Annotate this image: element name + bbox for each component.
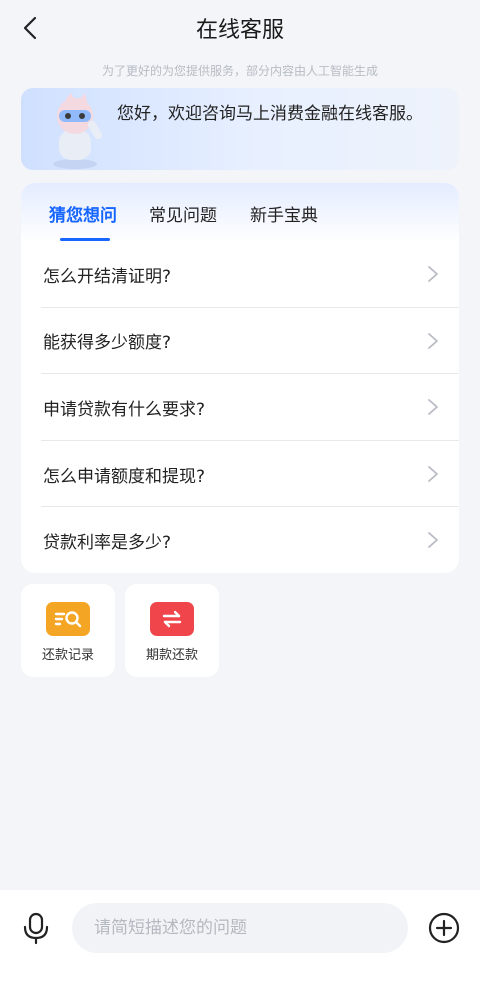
ai-disclaimer: 为了更好的为您提供服务，部分内容由人工智能生成 xyxy=(101,64,378,78)
faq-card: 猜您想问 常见问题 新手宝典 怎么开结清证明? 能获得多少额度? 申请贷款有什么… xyxy=(21,183,459,573)
customer-service-page: 在线客服 为了更好的为您提供服务，部分内容由人工智能生成 您好，欢迎咨询马上消费… xyxy=(0,0,480,999)
faq-item-label: 申请贷款有什么要求? xyxy=(43,399,206,420)
faq-item[interactable]: 贷款利率是多少? xyxy=(21,507,459,573)
chevron-right-icon xyxy=(428,266,438,282)
plus-circle-icon[interactable] xyxy=(426,910,462,946)
faq-item[interactable]: 能获得多少额度? xyxy=(21,308,459,375)
chevron-right-icon xyxy=(428,532,438,549)
chevron-right-icon xyxy=(428,465,438,482)
chevron-right-icon xyxy=(428,399,438,416)
question-input-wrapper xyxy=(72,903,408,953)
faq-item-label: 怎么申请额度和提现? xyxy=(43,466,206,487)
chevron-right-icon xyxy=(428,332,438,349)
faq-item-label: 能获得多少额度? xyxy=(43,333,172,354)
welcome-card: 您好，欢迎咨询马上消费金融在线客服。 xyxy=(21,88,459,170)
faq-item-label: 怎么开结清证明? xyxy=(43,266,172,287)
welcome-message: 您好，欢迎咨询马上消费金融在线客服。 xyxy=(117,104,423,124)
faq-item[interactable]: 申请贷款有什么要求? xyxy=(21,374,459,441)
question-input[interactable] xyxy=(72,903,408,953)
header: 在线客服 xyxy=(0,0,480,56)
faq-item-label: 贷款利率是多少? xyxy=(43,533,172,554)
tab-common-questions[interactable]: 常见问题 xyxy=(149,201,217,226)
faq-item[interactable]: 怎么开结清证明? xyxy=(21,241,459,308)
tab-guess-you-ask[interactable]: 猜您想问 xyxy=(49,201,117,226)
faq-list: 怎么开结清证明? 能获得多少额度? 申请贷款有什么要求? 怎么申请额度和提现? … xyxy=(21,241,459,573)
faq-tabs: 猜您想问 常见问题 新手宝典 xyxy=(21,183,459,243)
repayment-record-button[interactable]: 还款记录 xyxy=(21,584,115,677)
installment-repay-button[interactable]: 期款还款 xyxy=(125,584,219,677)
installment-repay-label: 期款还款 xyxy=(145,648,198,663)
repayment-record-label: 还款记录 xyxy=(41,648,94,663)
tab-beginner-guide[interactable]: 新手宝典 xyxy=(250,201,318,226)
page-title: 在线客服 xyxy=(195,18,284,43)
repayment-record-icon xyxy=(46,602,90,636)
input-bar xyxy=(0,890,480,999)
installment-repay-icon xyxy=(150,602,194,636)
microphone-icon[interactable] xyxy=(18,910,54,946)
faq-item[interactable]: 怎么申请额度和提现? xyxy=(21,441,459,508)
